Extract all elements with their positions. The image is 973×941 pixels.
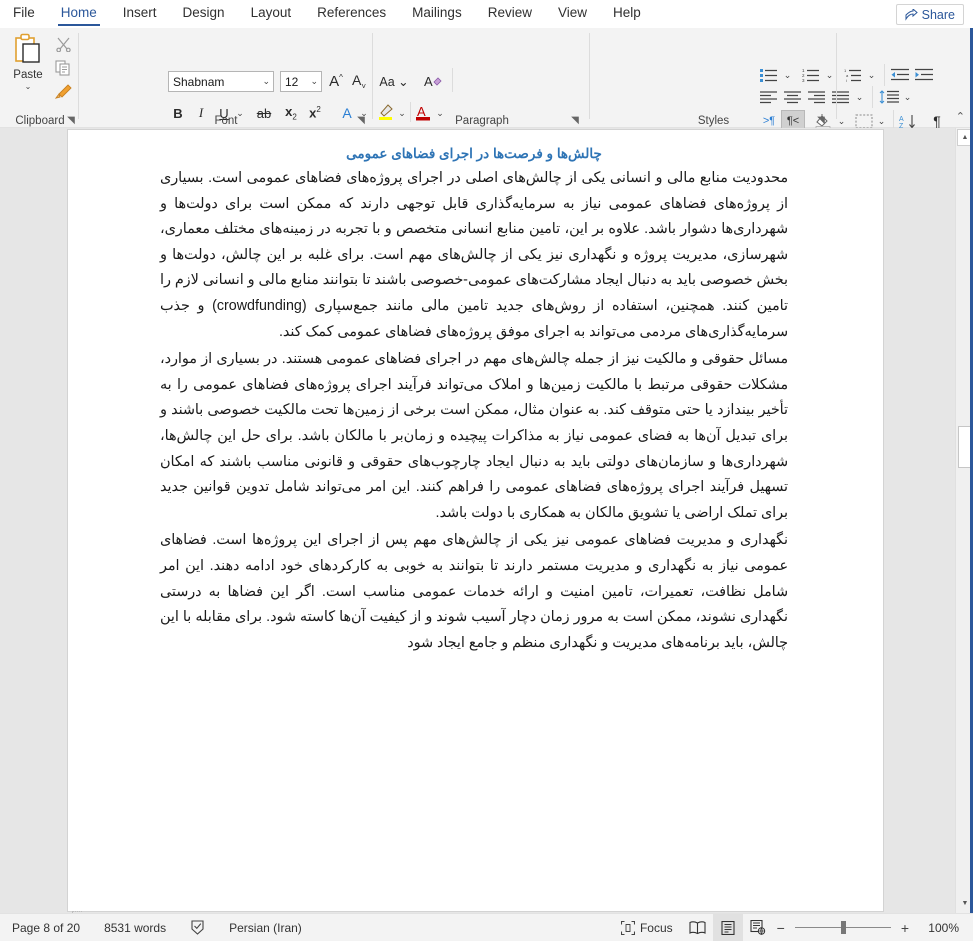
share-label: Share	[921, 7, 955, 22]
tab-label: File	[13, 5, 35, 20]
tab-label: Help	[613, 5, 641, 20]
paragraph-dialog-launcher[interactable]: ◥	[568, 115, 582, 126]
tab-design[interactable]: Design	[170, 0, 238, 28]
tab-help[interactable]: Help	[600, 0, 654, 28]
copy-icon	[50, 56, 76, 80]
status-bar: Page 8 of 20 8531 words Persian (Iran) F…	[0, 913, 973, 941]
paste-button[interactable]: Paste ⌄	[6, 33, 50, 105]
section-heading: چالش‌ها و فرصت‌ها در اجرای فضاهای عمومی	[346, 146, 602, 161]
format-painter-icon	[50, 80, 76, 104]
shrink-font-icon: A˅	[351, 71, 366, 91]
web-layout-button[interactable]	[743, 914, 773, 941]
tab-label: View	[557, 5, 587, 20]
document-canvas[interactable]: چالش‌ها و فرصت‌ها در اجرای فضاهای عمومی …	[0, 128, 955, 913]
read-mode-button[interactable]	[683, 914, 713, 941]
share-button[interactable]: Share	[895, 4, 964, 25]
zoom-in-button[interactable]: +	[897, 920, 913, 936]
copy-button[interactable]	[50, 56, 76, 80]
tab-mailings[interactable]: Mailings	[399, 0, 475, 28]
print-layout-button[interactable]	[712, 914, 743, 941]
tab-label: Insert	[122, 5, 157, 20]
ribbon-group-paragraph: ⌄ 123 ⌄ 1ai ⌄ ⌄ ⌄ >¶ ¶< ⌄ ⌄ A Z ¶ Paragr…	[374, 28, 941, 131]
font-size-value: 12	[285, 74, 299, 89]
shrink-font-button[interactable]: A˅	[348, 69, 370, 93]
read-mode-icon	[689, 920, 706, 935]
tab-file[interactable]: File	[0, 0, 48, 28]
chevron-down-icon[interactable]: ⌄	[310, 76, 318, 87]
zoom-level-label[interactable]: 100%	[919, 921, 959, 935]
font-name-combobox[interactable]: Shabnam ⌄	[168, 71, 274, 92]
tab-label: Review	[487, 5, 532, 20]
ribbon: Paste ⌄ Clipboard ◥ Shabnam ⌄ 12 ⌄ A^ A˅…	[0, 28, 973, 131]
zoom-out-button[interactable]: −	[773, 920, 789, 936]
web-layout-icon	[750, 920, 766, 935]
increase-indent-icon	[915, 68, 933, 82]
page-indicator[interactable]: Page 8 of 20	[0, 914, 92, 941]
increase-indent-button[interactable]	[912, 64, 936, 86]
page-indicator-label: Page 8 of 20	[12, 920, 81, 935]
paste-icon	[12, 33, 44, 67]
tab-home[interactable]: Home	[48, 0, 110, 28]
zoom-slider-track[interactable]	[794, 921, 891, 934]
cut-button[interactable]	[50, 32, 76, 56]
ribbon-group-styles: AaBbCcDc ¶ Normal AaBbCcDc ¶ No Spac... …	[591, 28, 836, 128]
grow-font-button[interactable]: A^	[325, 69, 347, 93]
font-dialog-launcher[interactable]: ◥	[354, 115, 368, 126]
paragraph: نگهداری و مدیریت فضاهای عمومی نیز یکی از…	[160, 532, 788, 651]
format-painter-button[interactable]	[50, 80, 76, 104]
zoom-slider-thumb[interactable]	[840, 921, 846, 934]
scroll-down-icon: ▼	[961, 900, 969, 907]
tab-label: Design	[182, 5, 225, 20]
tab-layout[interactable]: Layout	[238, 0, 305, 28]
styles-dialog-launcher[interactable]: ◥	[814, 115, 828, 126]
group-label-paragraph: Paragraph	[455, 115, 509, 127]
proofing-status[interactable]	[178, 914, 217, 941]
word-count-label: 8531 words	[104, 920, 167, 935]
font-size-combobox[interactable]: 12 ⌄	[280, 71, 322, 92]
paste-label: Paste	[13, 69, 43, 81]
tab-view[interactable]: View	[545, 0, 600, 28]
print-layout-icon	[721, 920, 735, 935]
proofing-errors-icon	[190, 920, 205, 935]
page-1-body: چالش‌ها و فرصت‌ها در اجرای فضاهای عمومی …	[68, 130, 883, 656]
group-label-font: Font	[214, 115, 238, 127]
scroll-up-icon: ▲	[961, 134, 969, 141]
collapse-ribbon-button[interactable]: ⌃	[956, 110, 965, 123]
language-indicator[interactable]: Persian (Iran)	[217, 914, 314, 941]
tab-label: Mailings	[412, 5, 462, 20]
share-icon	[905, 8, 918, 21]
collapse-ribbon-icon: ⌃	[955, 111, 965, 123]
chevron-down-icon[interactable]: ⌄	[262, 76, 270, 87]
clipboard-dialog-launcher[interactable]: ◥	[64, 115, 78, 126]
paragraph: مسائل حقوقی و مالکیت نیز از جمله چالش‌ها…	[160, 351, 788, 521]
focus-label: Focus	[639, 920, 673, 935]
scissors-icon	[50, 32, 76, 56]
paragraph: محدودیت منابع مالی و انسانی یکی از چالش‌…	[159, 170, 788, 340]
word-window: File Home Insert Design Layout Reference…	[0, 0, 973, 941]
focus-icon	[620, 920, 635, 935]
tab-review[interactable]: Review	[475, 0, 545, 28]
ribbon-group-editing: Editing ⌄	[838, 28, 908, 128]
tab-label: Home	[60, 5, 97, 20]
group-label-styles: Styles	[697, 115, 730, 127]
zoom-in-label: +	[900, 919, 909, 936]
chevron-down-icon[interactable]: ⌄	[25, 82, 32, 91]
tab-insert[interactable]: Insert	[110, 0, 170, 28]
document-page-1[interactable]: چالش‌ها و فرصت‌ها در اجرای فضاهای عمومی …	[68, 130, 883, 911]
tab-references[interactable]: References	[304, 0, 399, 28]
language-label: Persian (Iran)	[229, 920, 302, 935]
grow-font-icon: A^	[329, 72, 343, 90]
word-count[interactable]: 8531 words	[92, 914, 178, 941]
tab-label: Layout	[250, 5, 292, 20]
ribbon-tab-bar: File Home Insert Design Layout Reference…	[0, 0, 973, 28]
ribbon-group-clipboard: Paste ⌄ Clipboard ◥	[0, 28, 80, 128]
font-name-value: Shabnam	[173, 74, 225, 89]
focus-mode-button[interactable]: Focus	[611, 914, 683, 941]
tab-label: References	[317, 5, 387, 20]
zoom-out-label: −	[776, 919, 785, 936]
ribbon-group-font: Shabnam ⌄ 12 ⌄ A^ A˅ Aa ⌄ A B I U ⌄ ab x…	[80, 28, 453, 128]
pilcrow-icon: ¶	[933, 113, 941, 129]
zoom-control[interactable]: − + 100%	[773, 920, 965, 936]
